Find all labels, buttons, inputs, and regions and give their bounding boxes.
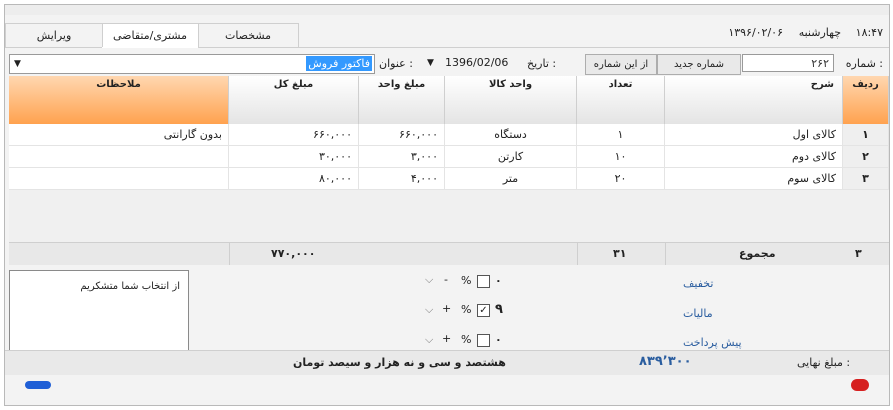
totals-row: ۳ مجموع ۳۱ ۷۷۰,۰۰۰: [9, 242, 889, 265]
row-unit-price[interactable]: ۴,۰۰۰: [359, 168, 445, 189]
col-header-qty[interactable]: تعداد: [577, 76, 665, 124]
title-value: فاکتور فروش: [306, 56, 372, 71]
tab-customer[interactable]: مشتری/متقاضی: [101, 23, 199, 48]
status-indicator: [25, 381, 51, 389]
chevron-down-icon[interactable]: ⌵: [425, 273, 433, 287]
discount-checkbox[interactable]: [477, 275, 490, 288]
row-desc[interactable]: کالای سوم: [665, 168, 843, 189]
tax-checkbox[interactable]: ✓: [477, 304, 490, 317]
close-indicator[interactable]: [851, 379, 869, 391]
prepayment-sign[interactable]: +: [442, 332, 451, 345]
final-amount-words: هشتصد و سی و نه هزار و سیصد تومان: [293, 356, 506, 369]
percent-symbol: %: [461, 333, 472, 346]
row-index: ۲: [843, 146, 889, 167]
tax-value[interactable]: ۹: [495, 302, 503, 317]
percent-symbol: %: [461, 274, 472, 287]
number-label: شماره :: [845, 57, 883, 70]
col-header-notes[interactable]: ملاحظات: [9, 76, 229, 124]
col-header-index[interactable]: ردیف: [843, 76, 889, 124]
totals-divider: [229, 243, 230, 265]
date-label: تاریخ :: [527, 57, 557, 70]
totals-amount: ۷۷۰,۰۰۰: [271, 247, 316, 260]
col-header-total[interactable]: مبلغ کل: [229, 76, 359, 124]
notes-text: از انتخاب شما متشکریم: [80, 281, 180, 292]
row-unit-price[interactable]: ۳,۰۰۰: [359, 146, 445, 167]
row-qty[interactable]: ۲۰: [577, 168, 665, 189]
chevron-down-icon: ▼: [14, 59, 21, 69]
tab-customer-label: مشتری/متقاضی: [112, 29, 188, 42]
final-label: مبلغ نهایی :: [797, 356, 851, 369]
clock-time: ۱۸:۴۷: [855, 26, 883, 39]
from-number-button[interactable]: از این شماره: [585, 54, 657, 75]
tax-sign[interactable]: +: [442, 302, 451, 315]
totals-row-count: ۳: [855, 247, 862, 260]
row-notes[interactable]: بدون گارانتی: [9, 124, 229, 145]
final-amount-bar: مبلغ نهایی : ۸۳۹٬۳۰۰ هشتصد و سی و نه هزا…: [5, 350, 889, 375]
row-unit-price[interactable]: ۶۶۰,۰۰۰: [359, 124, 445, 145]
prepayment-checkbox[interactable]: [477, 334, 490, 347]
title-label: عنوان :: [379, 57, 413, 70]
number-input[interactable]: ۲۶۲: [742, 54, 834, 72]
table-row[interactable]: ۱ کالای اول ۱ دستگاه ۶۶۰,۰۰۰ ۶۶۰,۰۰۰ بدو…: [9, 124, 889, 146]
chevron-down-icon[interactable]: ⌵: [425, 303, 433, 317]
row-unit[interactable]: کارتن: [445, 146, 577, 167]
new-number-button[interactable]: شماره جدید: [657, 54, 741, 75]
tab-specs[interactable]: مشخصات: [197, 23, 299, 47]
tab-edit-label: ویرایش: [36, 29, 72, 42]
row-index: ۱: [843, 124, 889, 145]
weekday: چهارشنبه: [798, 26, 841, 39]
discount-label: تخفیف: [683, 277, 714, 290]
current-date: ۱۳۹۶/۰۲/۰۶: [728, 26, 783, 39]
row-desc[interactable]: کالای اول: [665, 124, 843, 145]
tab-specs-label: مشخصات: [224, 29, 272, 42]
row-desc[interactable]: کالای دوم: [665, 146, 843, 167]
chevron-down-icon[interactable]: ⌵: [425, 333, 433, 347]
row-qty[interactable]: ۱: [577, 124, 665, 145]
items-grid: ردیف شرح تعداد واحد کالا مبلغ واحد مبلغ …: [9, 76, 889, 256]
row-unit[interactable]: متر: [445, 168, 577, 189]
totals-label: مجموع: [739, 247, 776, 260]
row-total: ۶۶۰,۰۰۰: [229, 124, 359, 145]
totals-divider: [665, 243, 666, 265]
row-notes[interactable]: [9, 146, 229, 167]
discount-sign[interactable]: -: [444, 273, 448, 286]
table-row[interactable]: ۲ کالای دوم ۱۰ کارتن ۳,۰۰۰ ۳۰,۰۰۰: [9, 146, 889, 168]
notes-textarea[interactable]: از انتخاب شما متشکریم: [9, 270, 189, 352]
col-header-desc[interactable]: شرح: [665, 76, 843, 124]
totals-divider: [577, 243, 578, 265]
row-total: ۸۰,۰۰۰: [229, 168, 359, 189]
discount-value[interactable]: ۰: [495, 274, 502, 287]
chevron-down-icon: ▼: [427, 58, 434, 68]
date-value: 1396/02/06: [445, 56, 509, 69]
final-amount: ۸۳۹٬۳۰۰: [639, 354, 692, 369]
row-total: ۳۰,۰۰۰: [229, 146, 359, 167]
tab-edit[interactable]: ویرایش: [5, 23, 103, 47]
title-select[interactable]: ▼ فاکتور فروش: [9, 54, 375, 74]
row-unit[interactable]: دستگاه: [445, 124, 577, 145]
row-notes[interactable]: [9, 168, 229, 189]
percent-symbol: %: [461, 303, 472, 316]
totals-qty: ۳۱: [613, 247, 627, 260]
tax-label: مالیات: [683, 307, 713, 320]
invoice-window: مشخصات مشتری/متقاضی ویرایش ۱۸:۴۷ چهارشنب…: [4, 4, 890, 406]
col-header-unit[interactable]: واحد کالا: [445, 76, 577, 124]
prepayment-value[interactable]: ۰: [495, 333, 502, 346]
date-picker[interactable]: ▼ 1396/02/06: [425, 54, 521, 72]
row-qty[interactable]: ۱۰: [577, 146, 665, 167]
col-header-unit-price[interactable]: مبلغ واحد: [359, 76, 445, 124]
title-strip: [5, 5, 889, 15]
table-row[interactable]: ۳ کالای سوم ۲۰ متر ۴,۰۰۰ ۸۰,۰۰۰: [9, 168, 889, 190]
prepayment-label: پیش پرداخت: [683, 336, 742, 349]
row-index: ۳: [843, 168, 889, 189]
